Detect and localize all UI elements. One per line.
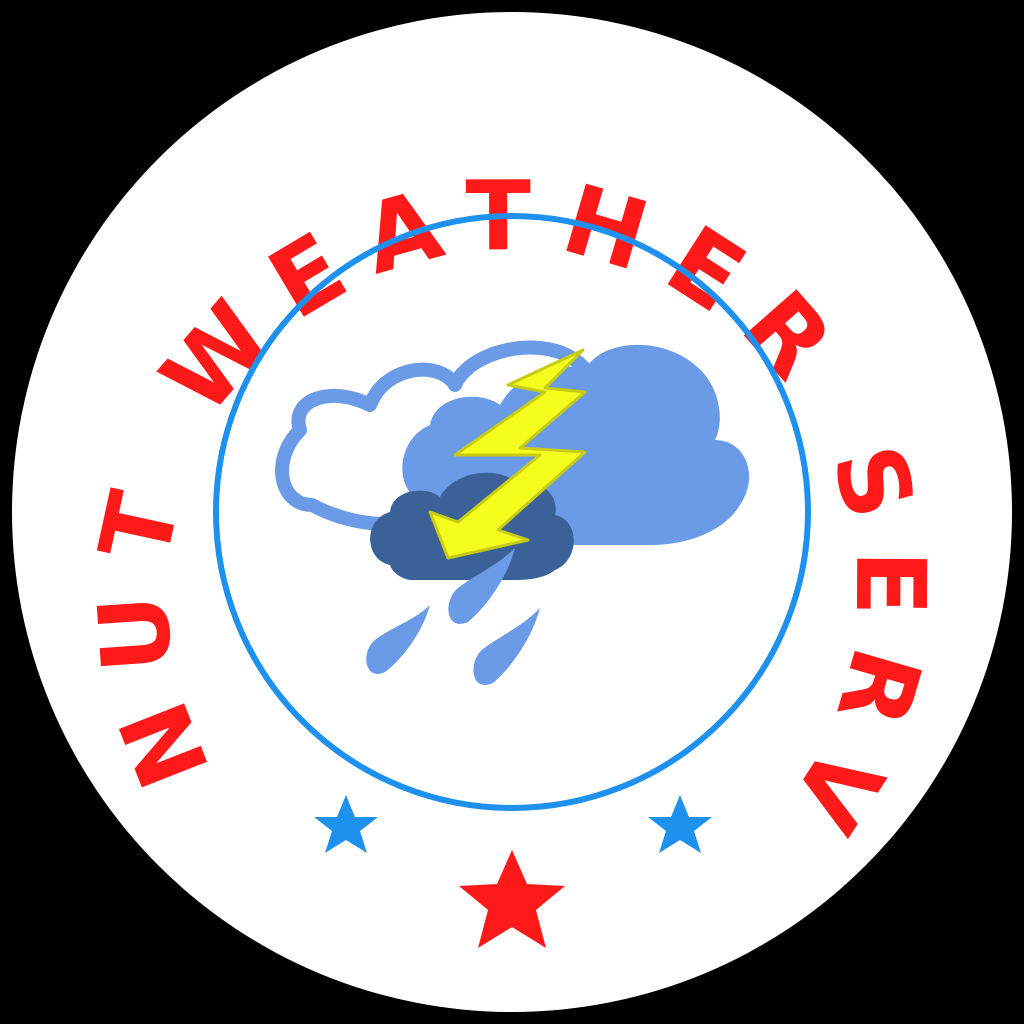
logo-canvas: WALNUT WEATHER SERVICE [0, 0, 1024, 1024]
walnut-weather-logo: WALNUT WEATHER SERVICE [0, 0, 1012, 1012]
